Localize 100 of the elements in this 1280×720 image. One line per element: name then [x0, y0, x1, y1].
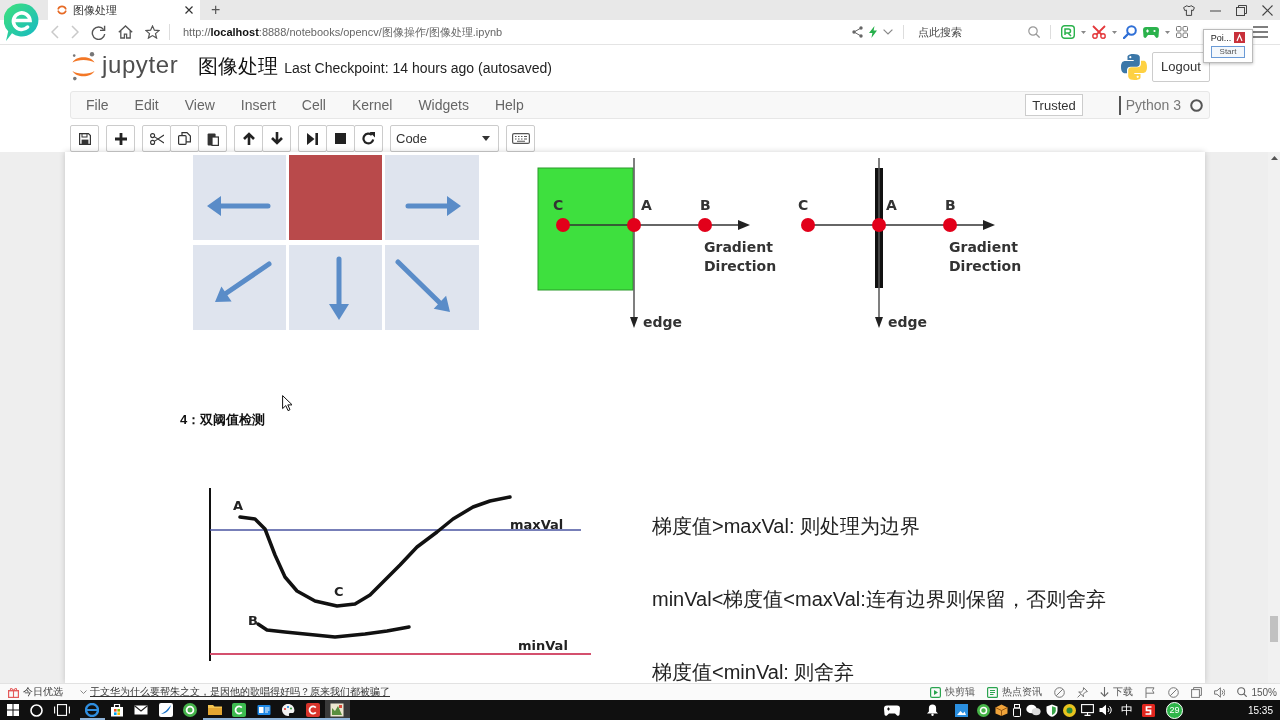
share-icon[interactable]: [852, 26, 863, 38]
point-label: B: [945, 197, 956, 213]
apps-grid-icon[interactable]: [1176, 26, 1188, 38]
zoom-button[interactable]: 150%: [1237, 686, 1277, 698]
status-bar-button[interactable]: 下载: [1100, 685, 1134, 699]
extension-icon[interactable]: [1061, 25, 1075, 39]
magnifier-icon[interactable]: [1123, 25, 1137, 39]
browser-tab[interactable]: 图像处理: [48, 0, 200, 20]
mouse-cursor-icon: [282, 395, 292, 411]
app-tile-icon[interactable]: [1141, 703, 1155, 717]
start-button[interactable]: Start: [1210, 46, 1246, 58]
menu-item[interactable]: Insert: [227, 93, 289, 117]
usb-drive-icon[interactable]: [1012, 703, 1021, 717]
taskbar-app-button[interactable]: [227, 700, 252, 720]
run-button[interactable]: [298, 125, 327, 152]
stop-button[interactable]: [326, 125, 355, 152]
menu-item[interactable]: Edit: [121, 93, 172, 117]
monitor-icon[interactable]: [1080, 704, 1094, 716]
package-icon[interactable]: [994, 704, 1008, 716]
search-icon[interactable]: [1028, 26, 1040, 38]
chevron-down-icon[interactable]: [80, 690, 87, 694]
input-method-button[interactable]: 中: [1120, 701, 1133, 719]
windows-logo-icon[interactable]: [7, 704, 19, 716]
logout-button[interactable]: Logout: [1152, 51, 1210, 82]
cut-button[interactable]: [142, 125, 171, 152]
direction-label: Gradient Direction: [704, 239, 777, 274]
menu-item[interactable]: Help: [481, 93, 537, 117]
search-field[interactable]: 点此搜索: [914, 23, 1022, 41]
app-tile-icon: [232, 703, 247, 717]
picture-icon[interactable]: [954, 703, 968, 717]
insert-cell-button[interactable]: [106, 125, 135, 152]
edge-label: edge: [643, 314, 683, 330]
status-bar-button[interactable]: 快剪辑: [930, 685, 976, 699]
restore-icon[interactable]: [1236, 4, 1247, 16]
download-icon: [1100, 686, 1110, 698]
shield-icon[interactable]: [1045, 703, 1058, 717]
move-down-button[interactable]: [262, 125, 291, 152]
search-icon: [1237, 687, 1248, 697]
move-up-button[interactable]: [234, 125, 263, 152]
status-bar-button[interactable]: 热点资讯: [987, 685, 1043, 699]
bell-icon[interactable]: [926, 704, 938, 716]
trusted-button[interactable]: Trusted: [1025, 94, 1083, 116]
lightning-icon[interactable]: [869, 26, 877, 38]
chevron-down-icon[interactable]: [883, 29, 893, 35]
scissors-icon[interactable]: [1092, 25, 1106, 39]
gamepad-icon[interactable]: [883, 704, 900, 716]
scrollbar-thumb[interactable]: [1270, 616, 1278, 642]
ring-icon[interactable]: [30, 703, 43, 717]
caret-icon[interactable]: [1165, 30, 1170, 34]
clock[interactable]: 15:35: [1247, 704, 1273, 716]
feed-label[interactable]: 今日优选: [23, 685, 63, 699]
arc-icon: [57, 5, 67, 15]
taskbar-app-button[interactable]: [325, 700, 350, 720]
circle-slash-icon[interactable]: [1168, 686, 1180, 698]
flag-icon[interactable]: [1145, 686, 1157, 698]
task-view-icon[interactable]: [54, 704, 70, 716]
restart-button[interactable]: [354, 125, 383, 152]
menu-item[interactable]: View: [171, 93, 228, 117]
caret-icon[interactable]: [1081, 30, 1086, 34]
kernel-name: Python 3: [1125, 97, 1181, 113]
step-forward-icon: [307, 132, 318, 145]
menu-item[interactable]: Cell: [288, 93, 339, 117]
caret-icon: [482, 136, 490, 141]
keyboard-button[interactable]: [506, 125, 535, 152]
save-button[interactable]: [70, 125, 99, 152]
folder-icon: [207, 703, 222, 717]
scroll-up-icon[interactable]: [1270, 156, 1278, 160]
gift-icon: [8, 686, 19, 698]
shirt-icon[interactable]: [1183, 4, 1195, 16]
reload-icon[interactable]: [91, 24, 106, 40]
menu-item[interactable]: Widgets: [405, 93, 482, 117]
address-field[interactable]: http://localhost:8888/notebooks/opencv/图像操作/图像处理.ipynb: [183, 24, 503, 40]
menu-icon[interactable]: [1253, 26, 1268, 38]
copy-button[interactable]: [170, 125, 199, 152]
paste-button[interactable]: [198, 125, 227, 152]
pin-icon[interactable]: [1077, 686, 1089, 698]
window-icon[interactable]: [1191, 686, 1203, 698]
star-icon[interactable]: [145, 25, 160, 39]
menu-item[interactable]: Kernel: [338, 93, 406, 117]
chat-bubbles-icon[interactable]: [1025, 704, 1041, 716]
close-icon[interactable]: [1262, 4, 1273, 16]
point-label: B: [700, 197, 711, 213]
ring-icon[interactable]: [976, 703, 990, 717]
cell-type-select[interactable]: Code: [390, 125, 499, 152]
ring-icon[interactable]: [1062, 703, 1076, 717]
taskbar-app-button[interactable]: [80, 700, 105, 720]
circle-slash-icon[interactable]: [1054, 686, 1066, 698]
envelope-icon: [134, 703, 149, 717]
notebook-title[interactable]: 图像处理: [198, 53, 279, 80]
close-icon[interactable]: [185, 6, 193, 14]
news-headline-link[interactable]: 于文华为什么要帮朱之文，是因他的歌唱得好吗？原来我们都被骗了: [90, 685, 390, 699]
new-tab-button[interactable]: +: [207, 0, 225, 20]
speaker-icon[interactable]: [1098, 704, 1112, 716]
rule-text: 梯度值<minVal: 则舍弃: [652, 661, 856, 683]
menu-item[interactable]: File: [73, 93, 122, 117]
home-icon[interactable]: [118, 25, 133, 39]
news-icon: [987, 686, 999, 698]
caret-icon[interactable]: [1112, 30, 1117, 34]
scissors-icon: [149, 132, 164, 145]
logo-text: jupyter: [102, 50, 179, 79]
